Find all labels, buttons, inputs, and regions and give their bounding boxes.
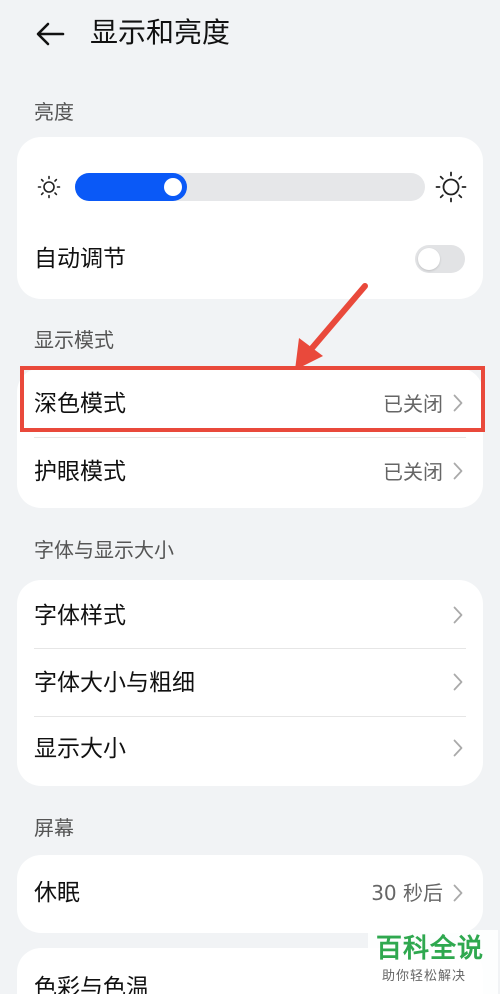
font-style-row[interactable]: 字体样式 <box>17 580 483 648</box>
display-size-label: 显示大小 <box>34 736 126 762</box>
font-size-weight-label: 字体大小与粗细 <box>34 670 195 696</box>
font-card: 字体样式 字体大小与粗细 显示大小 <box>17 580 483 786</box>
eye-comfort-row[interactable]: 护眼模式 已关闭 <box>17 438 483 508</box>
page-title: 显示和亮度 <box>90 16 231 49</box>
section-label-font: 字体与显示大小 <box>34 538 174 562</box>
brightness-slider-thumb[interactable] <box>164 178 182 196</box>
sun-large-icon <box>435 171 467 203</box>
toggle-knob <box>418 248 440 270</box>
back-button[interactable] <box>30 14 70 54</box>
sun-small-icon <box>37 175 61 199</box>
section-label-display-mode: 显示模式 <box>34 328 114 352</box>
sleep-row[interactable]: 休眠 30 秒后 <box>17 855 483 933</box>
watermark-title: 百科全说 <box>376 934 485 964</box>
section-label-screen: 屏幕 <box>34 816 74 840</box>
brightness-card: 自动调节 <box>17 137 483 299</box>
sleep-label: 休眠 <box>34 880 80 906</box>
chevron-right-icon <box>451 671 465 693</box>
color-temperature-label: 色彩与色温 <box>34 975 149 994</box>
display-mode-card: 深色模式 已关闭 护眼模式 已关闭 <box>17 368 483 508</box>
arrow-left-icon <box>36 22 65 46</box>
screen-card: 休眠 30 秒后 <box>17 855 483 933</box>
auto-brightness-row[interactable]: 自动调节 <box>17 229 483 289</box>
brightness-slider[interactable] <box>75 173 425 201</box>
header: 显示和亮度 <box>0 0 500 66</box>
chevron-right-icon <box>451 737 465 759</box>
watermark: 百科全说 助你轻松解决 <box>368 930 498 994</box>
dark-mode-label: 深色模式 <box>34 391 126 417</box>
eye-comfort-value: 已关闭 <box>383 460 443 484</box>
display-size-row[interactable]: 显示大小 <box>17 717 483 786</box>
chevron-right-icon <box>451 604 465 626</box>
dark-mode-row[interactable]: 深色模式 已关闭 <box>17 368 483 438</box>
font-style-label: 字体样式 <box>34 603 126 629</box>
font-size-weight-row[interactable]: 字体大小与粗细 <box>17 649 483 716</box>
dark-mode-value: 已关闭 <box>383 392 443 416</box>
chevron-right-icon <box>451 392 465 414</box>
eye-comfort-label: 护眼模式 <box>34 459 126 485</box>
auto-brightness-toggle[interactable] <box>415 245 465 273</box>
auto-brightness-label: 自动调节 <box>34 246 126 272</box>
chevron-right-icon <box>451 460 465 482</box>
sleep-value: 30 秒后 <box>371 881 443 905</box>
watermark-subtitle: 助你轻松解决 <box>382 969 467 984</box>
section-label-brightness: 亮度 <box>34 100 74 124</box>
chevron-right-icon <box>451 882 465 904</box>
